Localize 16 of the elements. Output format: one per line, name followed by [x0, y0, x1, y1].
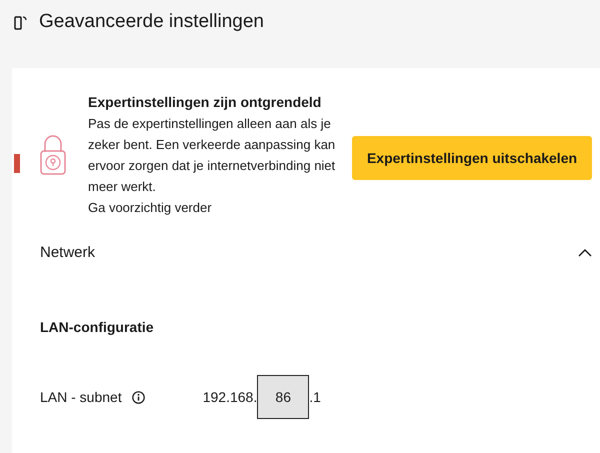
- ip-prefix: 192.168.: [202, 389, 258, 405]
- field-label: LAN - subnet: [40, 389, 122, 405]
- warning-text: Ga voorzichtig verder: [88, 199, 213, 217]
- chevron-up-icon[interactable]: [578, 248, 592, 256]
- ip-suffix: .1: [309, 389, 321, 405]
- subnet-input[interactable]: 86: [257, 375, 310, 419]
- notice-title: Expertinstellingen zijn ontgrendeld: [88, 93, 322, 112]
- disable-expert-button[interactable]: Expertinstellingen uitschakelen: [352, 136, 592, 180]
- router-icon: [13, 14, 29, 30]
- warning-bar: [14, 154, 20, 172]
- notice-text: Pas de expertinstellingen alleen aan als je zeker bent. Een verkeerde aanpassing kan ervoor zorgen dat je internetverbinding niet meer werkt.: [88, 115, 336, 196]
- subsection-title: LAN-configuratie: [39, 318, 155, 335]
- page-title: Geavanceerde instellingen: [39, 11, 264, 33]
- lock-icon: [40, 135, 66, 175]
- section-title: Netwerk: [40, 244, 96, 261]
- info-icon[interactable]: [132, 390, 145, 404]
